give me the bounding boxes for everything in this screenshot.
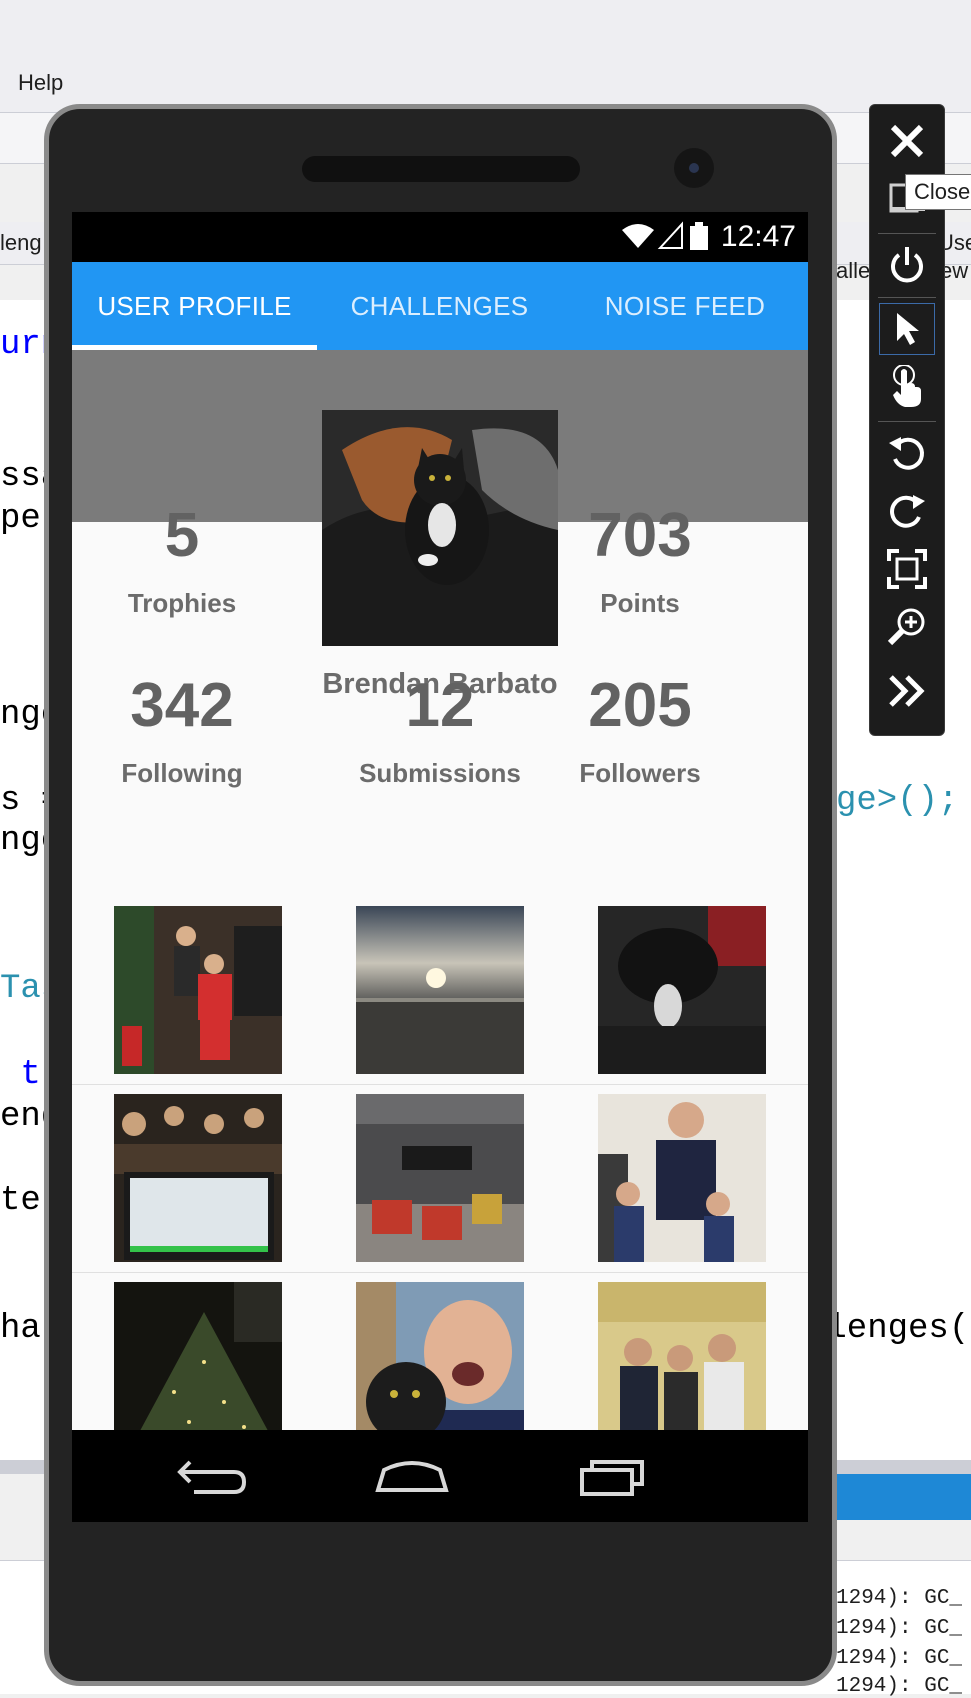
trophies-label: Trophies xyxy=(127,588,237,618)
black-white-cat xyxy=(598,906,766,1074)
toolbar-separator xyxy=(878,421,936,422)
ide-panel-header xyxy=(836,1474,971,1520)
photo-thumbnail[interactable] xyxy=(356,1094,524,1262)
rotate-left-button[interactable] xyxy=(879,427,935,479)
pointer-mode-button[interactable] xyxy=(879,303,935,355)
selfie-with-cat xyxy=(356,1282,524,1450)
man-with-two-boys xyxy=(598,1094,766,1262)
tab-bar: USER PROFILE CHALLENGES NOISE FEED xyxy=(72,262,808,350)
lit-christmas-tree xyxy=(114,1282,282,1450)
tab-user-profile[interactable]: USER PROFILE xyxy=(72,262,317,350)
close-tooltip: Close xyxy=(905,174,971,210)
recent-apps-icon[interactable] xyxy=(572,1446,652,1506)
status-time: 12:47 xyxy=(720,220,796,253)
photo-thumbnail[interactable] xyxy=(598,1094,766,1262)
photo-thumbnail[interactable] xyxy=(114,906,282,1074)
status-icons xyxy=(622,221,708,250)
photo-thumbnail[interactable] xyxy=(356,906,524,1074)
doc-tab-fragment[interactable]: leng xyxy=(0,230,42,256)
phone-screen: 12:47 USER PROFILE CHALLENGES NOISE FEED… xyxy=(72,212,808,1522)
students-at-laptop xyxy=(114,1094,282,1262)
close-icon xyxy=(890,124,924,158)
output-line: 1294): GC_ xyxy=(836,1647,963,1670)
followers-count[interactable]: 205 xyxy=(520,670,760,741)
touch-mode-button[interactable] xyxy=(879,361,935,413)
rotate-left-icon xyxy=(889,437,924,470)
fit-screen-icon xyxy=(887,549,927,589)
office-lounge xyxy=(356,1094,524,1262)
more-tools-button[interactable] xyxy=(879,665,935,717)
toolbar-separator xyxy=(878,297,936,298)
rotate-right-button[interactable] xyxy=(879,485,935,537)
output-line: 1294): GC_ xyxy=(836,1587,963,1610)
zoom-icon xyxy=(887,608,925,646)
fit-screen-button[interactable] xyxy=(879,543,935,595)
output-line: 1294): GC_ xyxy=(836,1675,963,1698)
sunset-over-water xyxy=(356,906,524,1074)
photo-thumbnail[interactable] xyxy=(598,1282,766,1450)
pointer-icon xyxy=(897,313,919,345)
photo-thumbnail[interactable] xyxy=(356,1282,524,1450)
trophies-count: 5 xyxy=(164,501,200,570)
ide-menubar: Help xyxy=(0,0,971,112)
tab-noise-feed[interactable]: NOISE FEED xyxy=(562,262,808,350)
output-line: 1294): GC_ xyxy=(836,1617,963,1640)
phone-speaker xyxy=(302,156,580,182)
points-label: Points xyxy=(600,588,680,618)
close-button[interactable] xyxy=(879,115,935,167)
photo-thumbnail[interactable] xyxy=(598,906,766,1074)
home-icon[interactable] xyxy=(372,1446,452,1506)
signal-icon xyxy=(657,221,683,249)
zoom-button[interactable] xyxy=(879,601,935,653)
editor-nav-fragment: alle xyxy=(836,258,871,283)
power-button[interactable] xyxy=(879,239,935,291)
tab-challenges[interactable]: CHALLENGES xyxy=(317,262,562,350)
battery-icon xyxy=(690,222,708,250)
rotate-right-icon xyxy=(890,495,925,528)
row-divider xyxy=(72,1084,808,1085)
followers-label[interactable]: Followers xyxy=(520,758,760,789)
power-icon xyxy=(891,247,923,283)
photo-thumbnail[interactable] xyxy=(114,1282,282,1450)
three-friends xyxy=(598,1282,766,1450)
menu-help[interactable]: Help xyxy=(18,70,63,96)
phone-camera xyxy=(674,148,714,188)
touch-icon xyxy=(893,365,921,407)
group-photo-red-jersey xyxy=(114,906,282,1074)
android-nav-bar xyxy=(72,1430,808,1522)
status-bar: 12:47 xyxy=(72,212,808,262)
row-divider xyxy=(72,1272,808,1273)
back-icon[interactable] xyxy=(172,1446,252,1506)
more-icon xyxy=(889,675,925,707)
photo-thumbnail[interactable] xyxy=(114,1094,282,1262)
following-count[interactable]: 342 xyxy=(72,670,302,741)
points-count: 703 xyxy=(588,501,692,570)
code-line-right: ge>(); xyxy=(836,782,959,820)
following-label[interactable]: Following xyxy=(72,758,302,789)
toolbar-separator xyxy=(878,233,936,234)
wifi-icon xyxy=(622,224,654,248)
